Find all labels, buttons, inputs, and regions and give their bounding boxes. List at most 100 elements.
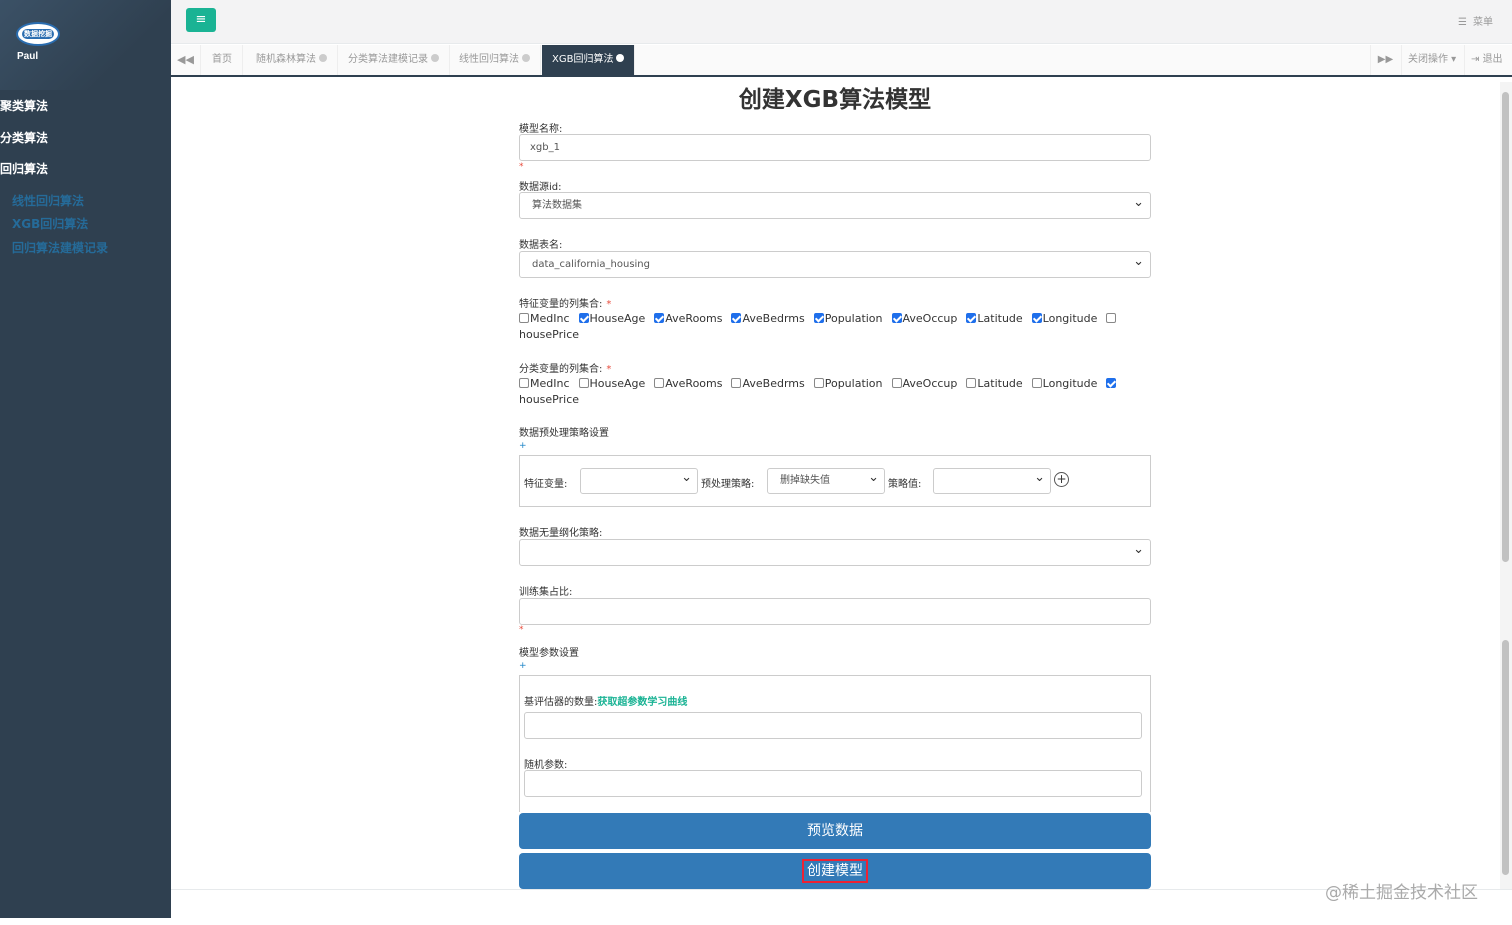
pre-value-select[interactable] [933, 466, 1051, 494]
checkbox[interactable] [731, 378, 742, 388]
close-icon[interactable] [319, 54, 327, 62]
datasource-label: 数据源id: [519, 182, 562, 193]
feature-checkbox-longitude[interactable]: Longitude [1031, 311, 1097, 327]
category-checkbox-avebedrms[interactable]: AveBedrms [731, 376, 805, 392]
create-model-button[interactable]: 创建模型 [519, 853, 1151, 889]
checkbox[interactable] [519, 313, 529, 323]
checkbox[interactable] [813, 378, 824, 388]
sidebar-subitem-xgb-regression[interactable]: XGB回归算法 [12, 215, 88, 232]
close-icon[interactable] [522, 54, 530, 62]
category-checkbox-population[interactable]: Population [813, 376, 883, 392]
close-icon[interactable] [431, 54, 439, 62]
menu-link[interactable]: ☰ 菜单 [1458, 13, 1493, 28]
logo: 数据挖掘 [16, 22, 60, 46]
checkbox[interactable] [1106, 313, 1117, 323]
category-checkbox-longitude[interactable]: Longitude [1031, 376, 1098, 392]
sidebar-item-regression[interactable]: 回归算法 [0, 160, 48, 177]
checkbox-label: AveBedrms [742, 312, 805, 325]
feature-checkbox-avebedrms[interactable]: AveBedrms [731, 311, 805, 327]
watermark: @稀土掘金技术社区 [1325, 883, 1478, 903]
add-row-plus-icon[interactable]: + [1054, 472, 1069, 487]
checkbox[interactable] [731, 313, 742, 323]
sidebar-item-clustering[interactable]: 聚类算法 [0, 97, 48, 114]
caret-down-icon: ▾ [1448, 54, 1457, 65]
checkbox[interactable] [1031, 313, 1042, 323]
category-checkbox-averooms[interactable]: AveRooms [654, 376, 722, 392]
tab-linear-regression[interactable]: 线性回归算法 [449, 45, 541, 75]
category-checkbox-houseage[interactable]: HouseAge [578, 376, 645, 392]
page-title: 创建XGB算法模型 [738, 87, 932, 113]
username[interactable]: Paul [17, 51, 38, 62]
learning-curve-link[interactable]: 获取超参数学习曲线 [597, 697, 687, 708]
category-checkbox-aveoccup[interactable]: AveOccup [891, 376, 958, 392]
tab-random-forest[interactable]: 随机森林算法 [246, 45, 338, 75]
preprocess-label: 数据预处理策略设置 [519, 428, 609, 439]
checkbox[interactable] [966, 378, 977, 388]
scrollbar-thumb-lower[interactable] [1502, 640, 1509, 875]
category-checkbox-houseprice[interactable] [1106, 376, 1117, 392]
category-columns-label: 分类变量的列集合: * [519, 360, 611, 375]
checkbox-label: Population [824, 312, 883, 325]
checkbox[interactable] [519, 378, 529, 388]
checkbox[interactable] [891, 313, 902, 323]
feature-checkbox-houseage[interactable]: HouseAge [578, 311, 645, 327]
sidebar-subitem-linear-regression[interactable]: 线性回归算法 [12, 192, 84, 209]
train-ratio-label: 训练集占比: [519, 587, 573, 598]
checkbox-label: housePrice [519, 328, 580, 341]
feature-columns-label-text: 特征变量的列集合: [519, 299, 603, 310]
checkbox[interactable] [654, 378, 665, 388]
pre-strategy-select[interactable]: 删掉缺失值 [767, 466, 885, 494]
feature-checkbox-population[interactable]: Population [813, 311, 883, 327]
table-name-value: data_california_housing [532, 259, 650, 270]
add-param-button[interactable]: + [519, 661, 527, 671]
footer-divider [171, 889, 1512, 890]
tab-scroll-left-icon[interactable]: ◀◀ [171, 45, 201, 75]
checkbox[interactable] [1106, 378, 1117, 388]
model-name-input[interactable]: xgb_1 [519, 134, 1151, 161]
tab-label: 随机森林算法 [256, 54, 316, 65]
checkbox[interactable] [813, 313, 824, 323]
estimators-input[interactable] [524, 712, 1142, 739]
checkbox[interactable] [1031, 378, 1042, 388]
tab-classification-records[interactable]: 分类算法建模记录 [338, 45, 450, 75]
checkbox[interactable] [966, 313, 977, 323]
close-icon[interactable] [616, 54, 625, 62]
checkbox[interactable] [891, 378, 902, 388]
scrollbar-thumb[interactable] [1502, 92, 1509, 562]
checkbox-label: AveRooms [665, 312, 723, 325]
feature-checkbox-medinc[interactable]: MedInc [519, 311, 570, 327]
menu-toggle-button[interactable]: ≡ [186, 8, 216, 32]
logout-label: 退出 [1482, 54, 1503, 65]
train-ratio-input[interactable] [519, 598, 1151, 625]
add-preprocess-button[interactable]: + [519, 441, 527, 451]
checkbox-label: Longitude [1042, 377, 1098, 390]
datasource-select[interactable]: 算法数据集 [519, 190, 1151, 219]
feature-checkbox-aveoccup[interactable]: AveOccup [891, 311, 957, 327]
tab-home[interactable]: 首页 [202, 45, 243, 75]
feature-checkbox-averooms[interactable]: AveRooms [654, 311, 722, 327]
dimensionless-select[interactable] [519, 537, 1151, 566]
sidebar-item-classification[interactable]: 分类算法 [0, 129, 48, 146]
checkbox[interactable] [654, 313, 665, 323]
logo-text: 数据挖掘 [22, 29, 54, 39]
table-name-select[interactable]: data_california_housing [519, 249, 1151, 278]
checkbox-label: Latitude [977, 377, 1023, 390]
feature-checkbox-latitude[interactable]: Latitude [966, 311, 1023, 327]
tab-scroll-right-icon[interactable]: ▶▶ [1370, 45, 1400, 75]
tab-xgb-regression[interactable]: XGB回归算法 [542, 45, 636, 75]
checkbox-label: AveOccup [902, 377, 958, 390]
logout-button[interactable]: ⇥ 退出 [1464, 45, 1509, 75]
preview-data-button[interactable]: 预览数据 [519, 813, 1151, 849]
checkbox[interactable] [578, 313, 589, 323]
sidebar: 数据挖掘 Paul 聚类算法 分类算法 回归算法 线性回归算法 XGB回归算法 … [0, 0, 171, 918]
close-operations-dropdown[interactable]: 关闭操作 ▾ [1401, 45, 1462, 75]
category-checkbox-latitude[interactable]: Latitude [966, 376, 1023, 392]
sidebar-subitem-regression-records[interactable]: 回归算法建模记录 [12, 239, 108, 256]
random-param-input[interactable] [524, 770, 1142, 797]
category-checkbox-medinc[interactable]: MedInc [519, 376, 570, 392]
checkbox[interactable] [578, 378, 589, 388]
pre-feature-select[interactable] [580, 466, 698, 494]
model-params-panel: 基评估器的数量:获取超参数学习曲线 随机参数: [519, 675, 1151, 812]
random-param-label: 随机参数: [524, 760, 568, 771]
feature-checkbox-houseprice[interactable] [1106, 311, 1117, 327]
